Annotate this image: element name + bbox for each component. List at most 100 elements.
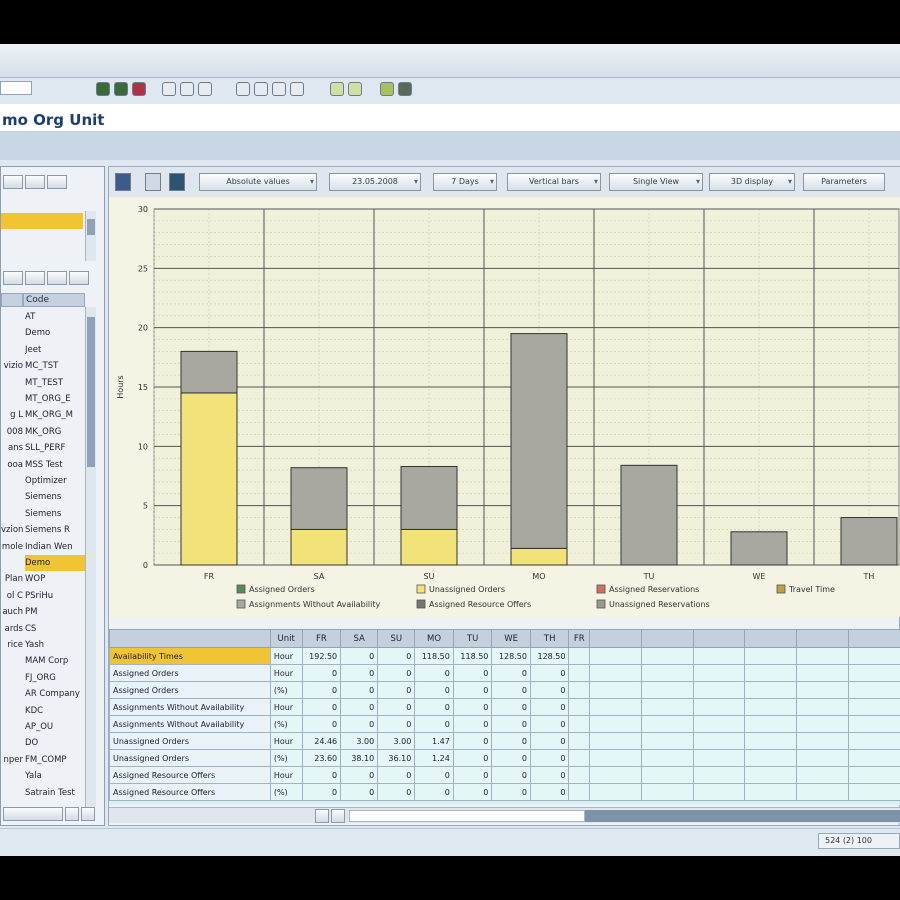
tree-row[interactable]: Optimizer [1,473,97,489]
date-dropdown[interactable]: 23.05.2008 ▾ [329,173,421,191]
panel-button-1[interactable] [3,175,23,189]
tree-row[interactable]: MAM Corp [1,653,97,669]
tree-row[interactable]: ans SLL_PERF [1,440,97,456]
help-icon[interactable] [380,82,394,96]
panel-button-3[interactable] [47,175,67,189]
scroll-right-button[interactable] [331,809,345,823]
tree-button-4[interactable] [69,271,89,285]
tree-row[interactable]: FJ_ORG [1,670,97,686]
table-row[interactable]: Unassigned Orders Hour 24.46 3.00 3.00 1.47 0 0… [109,732,900,750]
table-row[interactable]: Assignments Without Availability Hour 0 0 0 0… [109,698,900,716]
tree-hscroll[interactable] [3,807,63,821]
tree-scroll-end[interactable] [81,807,95,821]
table-row[interactable]: Assigned Resource Offers (%) 0 0 0 0 0 0 0 [109,783,900,801]
tree-row[interactable]: Satrain Test [1,785,97,801]
table-row[interactable]: Unassigned Orders (%) 23.60 38.10 36.10 1.24 0… [109,749,900,767]
display-dropdown[interactable]: 3D display ▾ [709,173,795,191]
table-row[interactable]: Availability Times Hour 192.50 0 0 118.50 118.… [109,647,900,665]
table-header-cell[interactable]: SA [340,629,379,648]
tree-row[interactable]: DO [1,735,97,751]
parameters-button[interactable]: Parameters [803,173,885,191]
table-header-cell[interactable]: FR [568,629,590,648]
tree-row[interactable]: g L MK_ORG_M [1,407,97,423]
table-header-cell[interactable]: FR [301,629,342,648]
find-icon[interactable] [180,82,194,96]
upper-scrollbar[interactable] [85,211,96,261]
back-icon[interactable] [96,82,110,96]
find-next-icon[interactable] [198,82,212,96]
shortcut-icon[interactable] [348,82,362,96]
tree-row[interactable]: nper FM_COMP [1,752,97,768]
tree-button-3[interactable] [47,271,67,285]
tree-row[interactable]: Plan WOP [1,571,97,587]
cancel-icon[interactable] [132,82,146,96]
table-row[interactable]: Assigned Resource Offers Hour 0 0 0 0 0 0 0 [109,766,900,784]
chart-settings-icon[interactable] [115,173,131,191]
table-header-cell[interactable]: TH [529,629,570,648]
table-header-cell[interactable]: TU [452,629,493,648]
table-row[interactable]: Assigned Orders (%) 0 0 0 0 0 0 0 [109,681,900,699]
bar-unassigned-orders [400,528,458,566]
new-session-icon[interactable] [330,82,344,96]
empty-cell [568,749,590,767]
table-header-cell[interactable]: WE [491,629,531,648]
tree-row[interactable]: rice Yash [1,637,97,653]
tree-row[interactable]: vzionettiSiemens R [1,522,97,538]
table-row[interactable]: Assigned Orders Hour 0 0 0 0 0 0 0 [109,664,900,682]
values-dropdown[interactable]: Absolute values ▾ [199,173,317,191]
tree-row[interactable]: vizio MC_TST [1,358,97,374]
tree-button-2[interactable] [25,271,45,285]
exit-icon[interactable] [114,82,128,96]
table-header-cell[interactable]: MO [414,629,454,648]
table-header-cell[interactable]: Unit [269,629,303,648]
empty-cell [640,681,694,699]
table-view-icon[interactable] [169,173,185,191]
chart-type-dropdown[interactable]: Vertical bars ▾ [507,173,601,191]
last-page-icon[interactable] [290,82,304,96]
table-header-cell[interactable]: SU [377,629,416,648]
tree-row[interactable]: Jeet [1,342,97,358]
tree-row[interactable]: ol C PSriHu [1,588,97,604]
table-header-empty [692,629,746,648]
period-dropdown[interactable]: 7 Days ▾ [433,173,497,191]
first-page-icon[interactable] [236,82,250,96]
tree-row[interactable]: KDC [1,703,97,719]
command-field[interactable] [0,81,32,95]
tree-button-1[interactable] [3,271,23,285]
tree-scrollbar[interactable] [85,307,96,807]
tree-row[interactable]: Siemens [1,489,97,505]
tree-row[interactable]: AR Company [1,686,97,702]
tree-row[interactable]: AP_OU [1,719,97,735]
tree-row[interactable]: AT [1,309,97,325]
prev-page-icon[interactable] [254,82,268,96]
layout-icon[interactable] [398,82,412,96]
table-row[interactable]: Assignments Without Availability (%) 0 0 0 0 0… [109,715,900,733]
tree-row[interactable]: MT_ORG_E [1,391,97,407]
next-page-icon[interactable] [272,82,286,96]
print-chart-icon[interactable] [145,173,161,191]
print-icon[interactable] [162,82,176,96]
scroll-thumb[interactable] [585,810,900,822]
tree-row[interactable]: Demo [1,555,97,571]
tree-row[interactable]: mole Indian Wen [1,539,97,555]
tree-row-code: AR Company [25,689,80,700]
tree-row[interactable]: ards CS [1,621,97,637]
tree-row[interactable]: Demo [1,325,97,341]
tree-row[interactable]: MT_TEST [1,375,97,391]
selected-org-unit[interactable] [1,213,83,229]
tree-row[interactable]: Siemens [1,506,97,522]
panel-button-2[interactable] [25,175,45,189]
scroll-left-button[interactable] [315,809,329,823]
empty-cell [744,749,798,767]
tree-row[interactable]: auch PM [1,604,97,620]
tree-row-code: MT_TEST [25,377,63,388]
tree-row[interactable]: Yala [1,768,97,784]
tree-row[interactable]: ooa MSS Test [1,457,97,473]
tree-scroll-right[interactable] [65,807,79,821]
tree-row[interactable]: 008 MK_ORG [1,424,97,440]
value-cell: 0 [529,681,570,699]
table-header-cell[interactable] [109,629,271,648]
table-header-empty [588,629,642,648]
table-hscrollbar[interactable] [109,807,900,823]
view-dropdown[interactable]: Single View ▾ [609,173,703,191]
